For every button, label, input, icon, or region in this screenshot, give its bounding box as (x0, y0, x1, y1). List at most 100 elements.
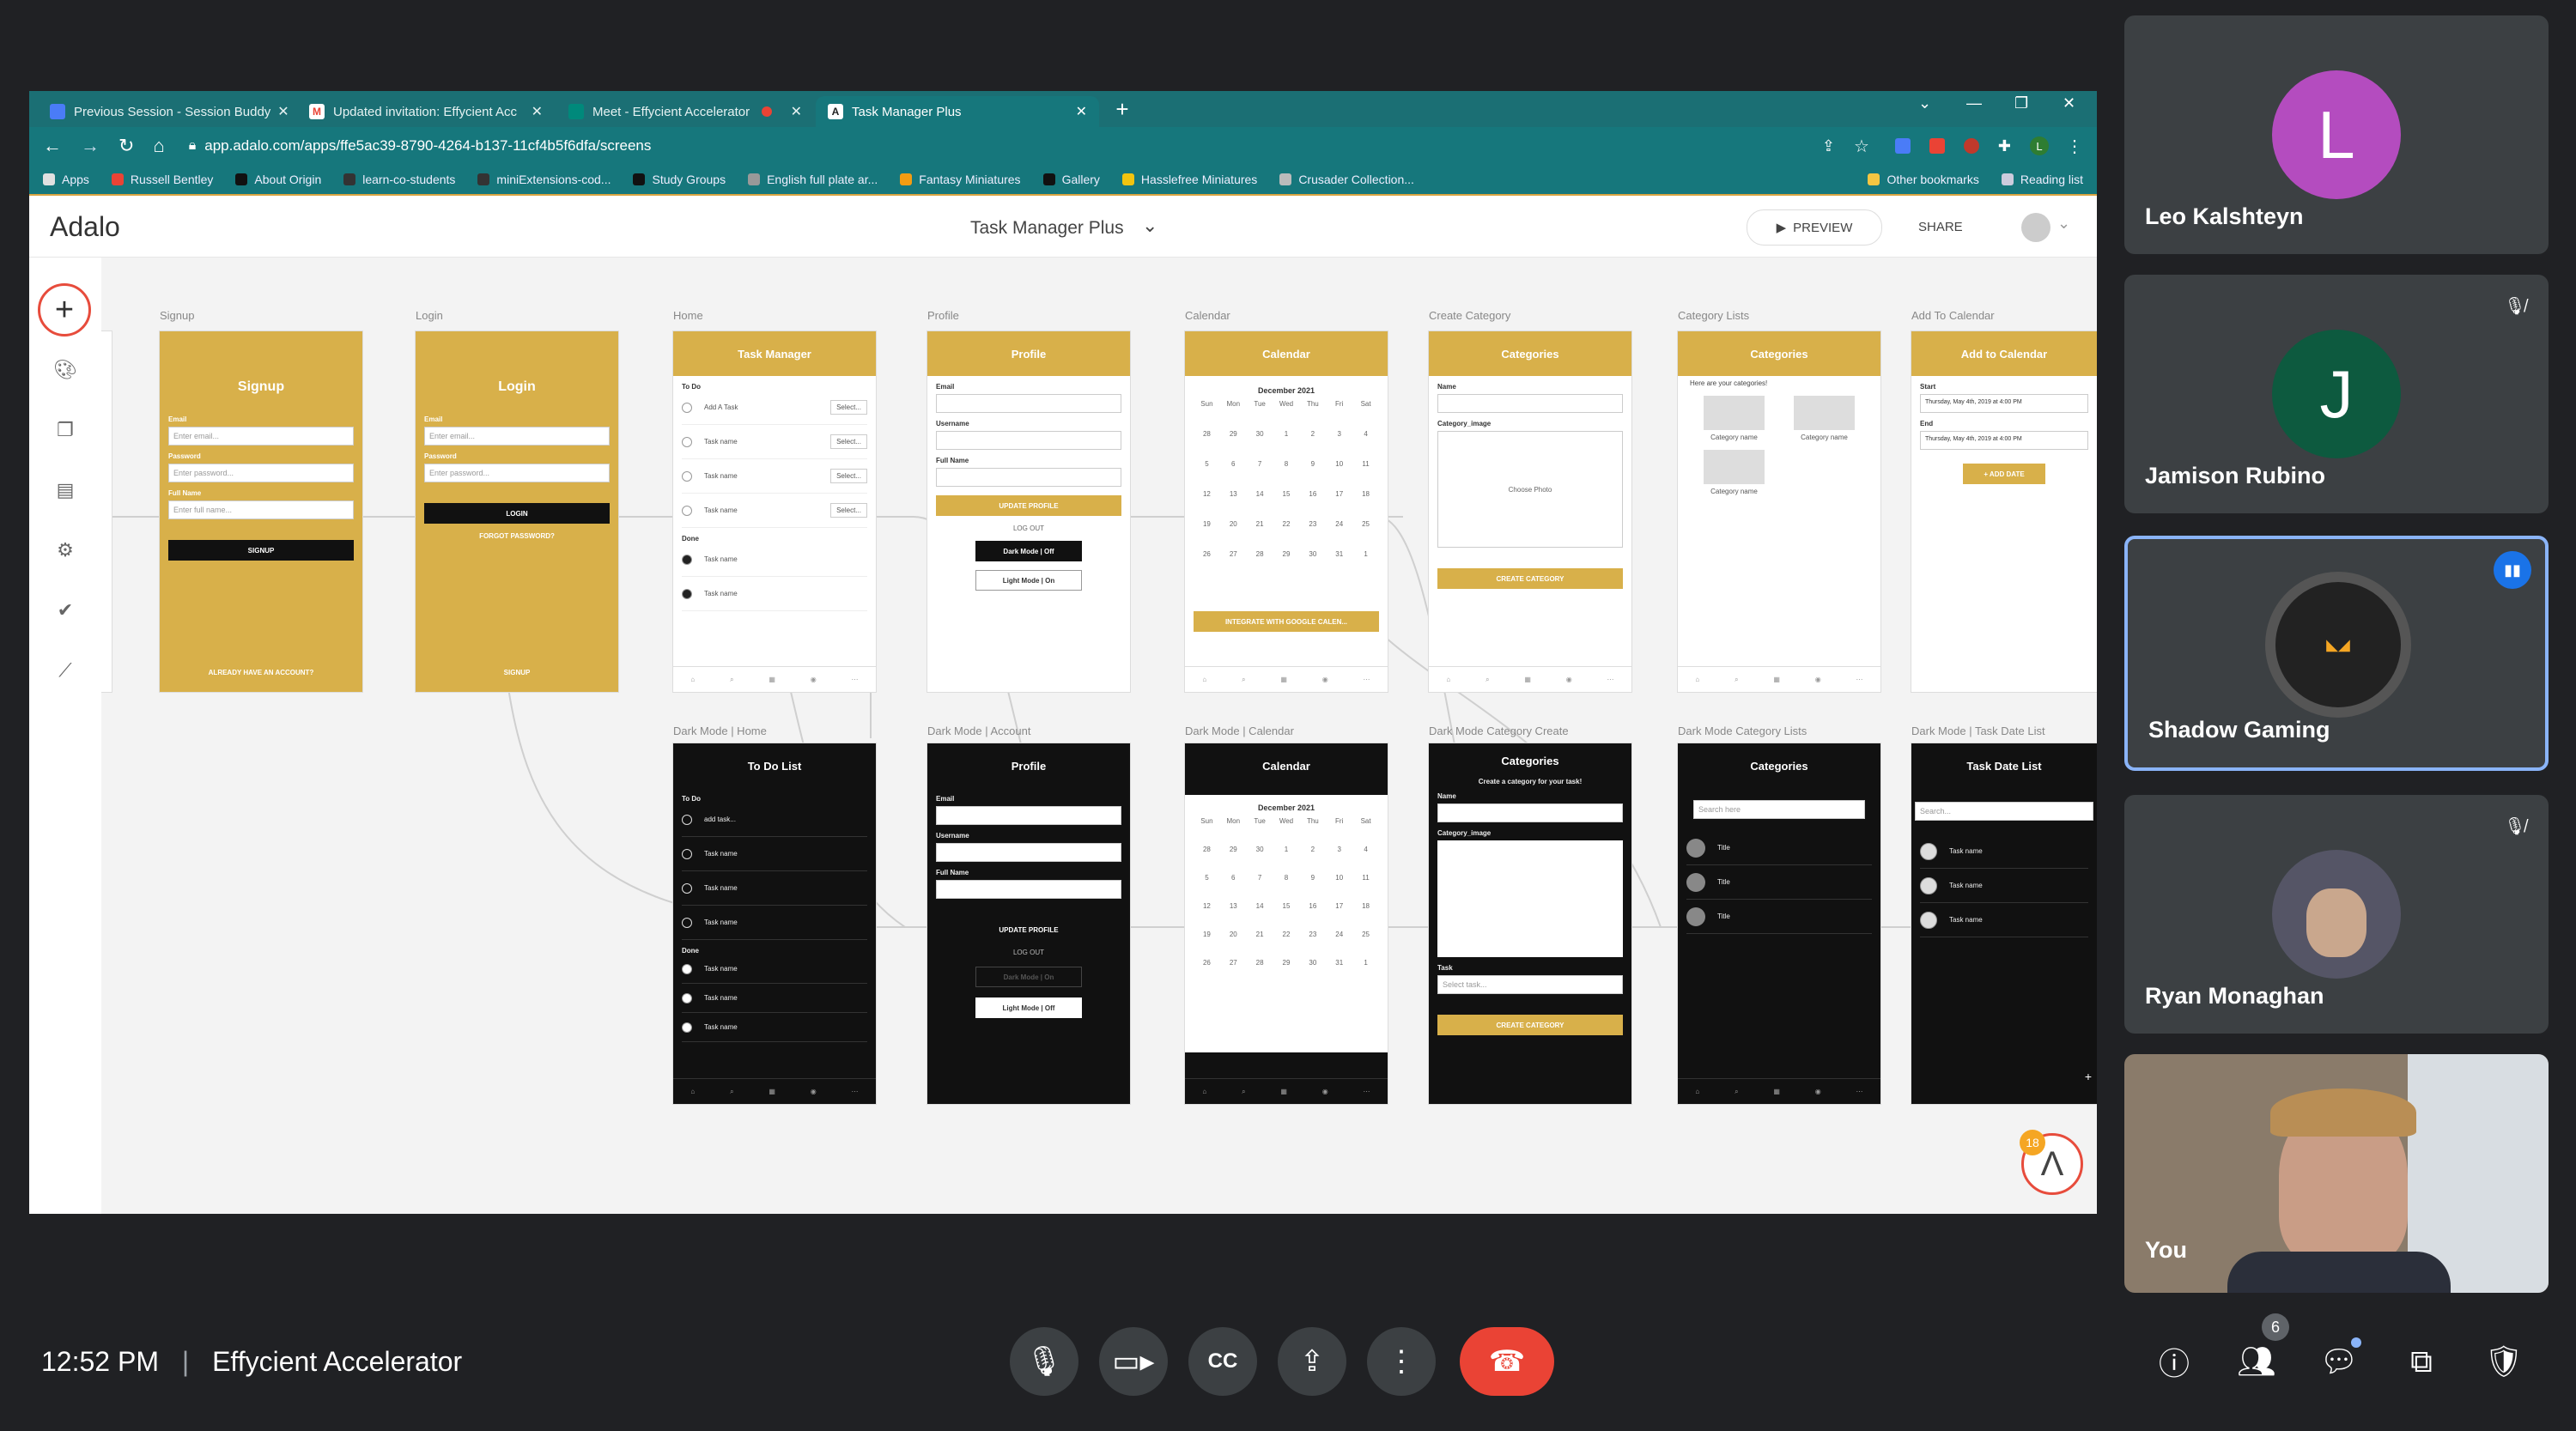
host-controls-icon[interactable]: 🛡︎ (2480, 1337, 2528, 1386)
screen-label[interactable]: Category Lists (1678, 309, 1749, 322)
tab-search-icon[interactable]: ⌄ (1918, 94, 1931, 112)
forward-icon[interactable]: → (81, 135, 100, 157)
dark-home-screen[interactable]: To Do List To Do add task... Task name T… (673, 743, 876, 1104)
close-icon[interactable]: ✕ (270, 103, 289, 120)
microphone-button[interactable]: 🎙︎ (1010, 1327, 1078, 1396)
category-lists-screen[interactable]: Categories Here are your categories! Cat… (1678, 331, 1880, 692)
screen-label[interactable]: Create Category (1429, 309, 1510, 322)
share-page-icon[interactable]: ⇪ (1822, 137, 1835, 155)
bookmark-item[interactable]: Study Groups (633, 173, 726, 186)
reload-icon[interactable]: ↻ (118, 135, 134, 157)
screen-label[interactable]: Calendar (1185, 309, 1230, 322)
screen-label[interactable]: Dark Mode Category Create (1429, 725, 1569, 737)
close-icon[interactable]: ✕ (784, 103, 802, 120)
close-icon[interactable]: ✕ (525, 103, 543, 120)
minimize-icon[interactable]: — (1966, 94, 1982, 112)
browser-tab[interactable]: Meet - Effycient Accelerator ✕ (556, 96, 814, 127)
bookmark-item[interactable]: Gallery (1042, 173, 1100, 186)
participant-tile[interactable]: L Leo Kalshteyn (2124, 15, 2549, 254)
bookmark-item[interactable]: Hasslefree Miniatures (1121, 173, 1257, 186)
calendar-screen[interactable]: Calendar December 2021 Sun Mon Tue Wed Thu Fr… (1185, 331, 1388, 692)
puzzle-icon[interactable]: ✚ (1998, 137, 2011, 155)
participant-name: You (2145, 1237, 2187, 1263)
star-icon[interactable]: ☆ (1854, 136, 1869, 157)
bookmark-item[interactable]: Fantasy Miniatures (900, 173, 1021, 186)
info-icon[interactable]: ⓘ (2150, 1337, 2198, 1386)
captions-button[interactable]: CC (1188, 1327, 1257, 1396)
profile-avatar[interactable]: L (2030, 136, 2049, 155)
dark-category-create-screen[interactable]: Categories Create a category for your ta… (1429, 743, 1631, 1104)
database-icon[interactable]: ▤ (53, 479, 77, 500)
meet-icon (568, 104, 584, 119)
profile-screen[interactable]: Profile Email Username Full Name UPDATE … (927, 331, 1130, 692)
screen-label[interactable]: Dark Mode Category Lists (1678, 725, 1807, 737)
share-button[interactable]: SHARE (1918, 220, 1963, 234)
home-icon[interactable]: ⌂ (153, 135, 164, 157)
adalo-logo[interactable]: Adalo (50, 211, 120, 243)
more-options-button[interactable]: ⋮ (1367, 1327, 1436, 1396)
back-icon[interactable]: ← (43, 135, 62, 157)
menu-icon[interactable]: ⋮ (2066, 136, 2083, 157)
screen-label[interactable]: Dark Mode | Account (927, 725, 1030, 737)
bookmark-item[interactable]: Apps (43, 173, 89, 186)
camera-button[interactable]: ▭▸ (1099, 1327, 1168, 1396)
new-tab-icon[interactable]: + (1109, 96, 1135, 123)
dark-account-screen[interactable]: Profile Email Username Full Name UPDATE … (927, 743, 1130, 1104)
screen-label[interactable]: Home (673, 309, 703, 322)
extension-icon[interactable] (1894, 138, 1911, 154)
abp-extension-icon[interactable] (1963, 138, 1979, 154)
bookmark-item[interactable]: Russell Bentley (111, 173, 213, 186)
self-view-tile[interactable]: You (2124, 1054, 2549, 1293)
browser-tab[interactable]: M Updated invitation: Effycient Acc ✕ (297, 96, 555, 127)
account-avatar[interactable] (2021, 213, 2050, 242)
leave-call-button[interactable]: ☎ (1460, 1327, 1554, 1396)
gmail-extension-icon[interactable] (1929, 138, 1945, 154)
settings-icon[interactable]: ⚙ (53, 539, 77, 561)
bookmark-item[interactable]: Other bookmarks (1868, 173, 1979, 186)
window-close-icon[interactable]: ✕ (2063, 94, 2075, 112)
add-to-calendar-screen[interactable]: Add to Calendar Start Thursday, May 4th,… (1911, 331, 2097, 692)
home-screen[interactable]: Task Manager To Do Add A Task Select... T… (673, 331, 876, 692)
screen-label[interactable]: Dark Mode | Home (673, 725, 767, 737)
signup-screen[interactable]: Signup Email Enter email... Password Ent… (160, 331, 362, 692)
create-category-screen[interactable]: Categories Name Category_image Choose Ph… (1429, 331, 1631, 692)
screen-label[interactable]: Dark Mode | Calendar (1185, 725, 1294, 737)
preview-button[interactable]: ▶ PREVIEW (1747, 209, 1882, 246)
analytics-icon[interactable]: ⟋ (53, 659, 77, 681)
dark-calendar-screen[interactable]: Calendar December 2021 Sun Mon Tue Wed Thu Fr… (1185, 743, 1388, 1104)
screens-icon[interactable]: ❐ (53, 419, 77, 440)
browser-tab[interactable]: Previous Session - Session Buddy ✕ (38, 96, 295, 127)
palette-icon[interactable]: 🎨︎ (53, 359, 77, 380)
restore-icon[interactable]: ❐ (2014, 94, 2028, 112)
dark-task-date-list-screen[interactable]: Task Date List Search... Task name Task … (1911, 743, 2097, 1104)
participant-tile[interactable]: 🎙︎̸ Ryan Monaghan (2124, 795, 2549, 1034)
bookmark-item[interactable]: Reading list (2001, 173, 2083, 186)
present-button[interactable]: ⇪ (1278, 1327, 1346, 1396)
chevron-down-icon[interactable]: ⌄ (1142, 215, 1157, 237)
participant-tile-speaking[interactable]: ▮▮ ◣◢ Shadow Gaming (2124, 536, 2549, 771)
screen-label[interactable]: Profile (927, 309, 959, 322)
bookmark-item[interactable]: Crusader Collection... (1279, 173, 1414, 186)
screen-title: Categories (1678, 743, 1880, 788)
url-field[interactable]: app.adalo.com/apps/ffe5ac39-8790-4264-b1… (204, 137, 651, 155)
screen-label[interactable]: Signup (160, 309, 194, 322)
activities-icon[interactable]: ⧉ (2397, 1337, 2445, 1386)
add-component-button[interactable]: + (38, 283, 91, 337)
chevron-down-icon[interactable]: ⌄ (2057, 215, 2070, 233)
browser-tab-active[interactable]: A Task Manager Plus ✕ (816, 96, 1099, 127)
bookmark-item[interactable]: About Origin (235, 173, 321, 186)
people-icon[interactable]: 👥︎ (2233, 1337, 2281, 1386)
bookmark-item[interactable]: miniExtensions-cod... (477, 173, 611, 186)
login-screen[interactable]: Login Email Enter email... Password Ente… (416, 331, 618, 692)
screen-label[interactable]: Dark Mode | Task Date List (1911, 725, 2045, 737)
bookmark-item[interactable]: English full plate ar... (748, 173, 878, 186)
screens-canvas[interactable]: Signup Login Home Profile Calendar Creat… (29, 258, 2097, 1214)
publish-icon[interactable]: ✔ (53, 599, 77, 621)
screen-label[interactable]: Login (416, 309, 443, 322)
bookmark-item[interactable]: learn-co-students (343, 173, 455, 186)
dark-category-lists-screen[interactable]: Categories Search here Title Title Title… (1678, 743, 1880, 1104)
app-name[interactable]: Task Manager Plus (970, 218, 1124, 239)
close-icon[interactable]: ✕ (1069, 103, 1087, 120)
screen-label[interactable]: Add To Calendar (1911, 309, 1995, 322)
participant-tile[interactable]: 🎙︎̸ J Jamison Rubino (2124, 275, 2549, 513)
